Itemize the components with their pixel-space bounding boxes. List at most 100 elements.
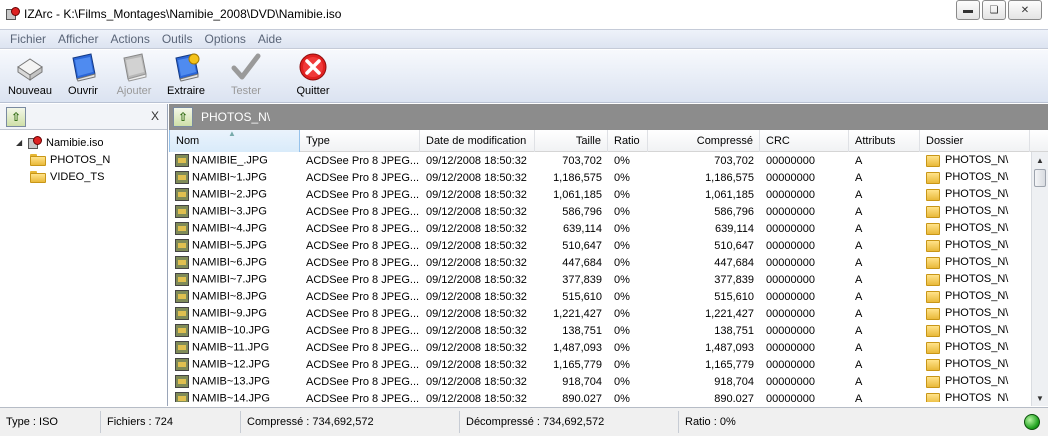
table-row[interactable]: NAMIBI~4.JPG ACDSee Pro 8 JPEG... 09/12/20… [169, 220, 1048, 237]
tree-item-video[interactable]: VIDEO_TS [0, 168, 167, 185]
folder-icon [926, 307, 940, 320]
scroll-down-icon[interactable]: ▼ [1032, 390, 1048, 406]
quit-button[interactable]: Quitter [282, 50, 344, 100]
folder-icon [926, 154, 940, 167]
cell-date: 09/12/2008 18:50:32 [426, 392, 527, 403]
tree-item-photos[interactable]: PHOTOS_N [0, 151, 167, 168]
cell-size: 1,487,093 [553, 341, 602, 354]
collapse-icon[interactable]: ◢ [16, 138, 26, 147]
table-row[interactable]: NAMIB~11.JPG ACDSee Pro 8 JPEG... 09/12/20… [169, 339, 1048, 356]
cell-folder: PHOTOS_N\ [920, 375, 1030, 388]
cell-crc: 00000000 [766, 324, 815, 337]
col-ratio[interactable]: Ratio [608, 130, 648, 152]
menu-actions[interactable]: Actions [104, 32, 155, 46]
cell-size: 447,684 [562, 256, 602, 269]
toolbar: Nouveau Ouvrir Ajouter Extraire Tester Q… [0, 50, 1048, 103]
open-button[interactable]: Ouvrir [60, 50, 106, 100]
cell-folder: PHOTOS_N\ [920, 341, 1030, 354]
jpg-file-icon [175, 290, 189, 303]
jpg-file-icon [175, 273, 189, 286]
tree-close-button[interactable]: X [151, 109, 159, 123]
col-attributs[interactable]: Attributs [849, 130, 920, 152]
table-row[interactable]: NAMIBI~6.JPG ACDSee Pro 8 JPEG... 09/12/20… [169, 254, 1048, 271]
cell-crc: 00000000 [766, 273, 815, 286]
cell-type: ACDSee Pro 8 JPEG... [306, 375, 420, 388]
cell-name: NAMIBI~7.JPG [169, 273, 300, 286]
col-compresse[interactable]: Compressé [648, 130, 760, 152]
col-taille[interactable]: Taille [535, 130, 608, 152]
quit-icon [297, 52, 329, 82]
maximize-button[interactable]: ❏ [982, 0, 1006, 20]
table-row[interactable]: NAMIBI~8.JPG ACDSee Pro 8 JPEG... 09/12/20… [169, 288, 1048, 305]
col-dossier[interactable]: Dossier [920, 130, 1030, 152]
menu-fichier[interactable]: Fichier [4, 32, 52, 46]
menu-afficher[interactable]: Afficher [52, 32, 104, 46]
cell-attributes: A [855, 375, 863, 388]
cell-ratio: 0% [614, 392, 630, 403]
table-row[interactable]: NAMIBI~2.JPG ACDSee Pro 8 JPEG... 09/12/20… [169, 186, 1048, 203]
jpg-file-icon [175, 205, 189, 218]
cell-attributes: A [855, 256, 863, 269]
cell-ratio: 0% [614, 188, 630, 201]
current-path: PHOTOS_N\ [201, 110, 271, 124]
status-compressed: Compressé : 734,692,572 [241, 411, 460, 433]
cell-date: 09/12/2008 18:50:32 [426, 154, 527, 167]
extract-button[interactable]: Extraire [162, 50, 210, 100]
cell-date: 09/12/2008 18:50:32 [426, 205, 527, 218]
table-row[interactable]: NAMIBI~7.JPG ACDSee Pro 8 JPEG... 09/12/20… [169, 271, 1048, 288]
cell-crc: 00000000 [766, 154, 815, 167]
tree-item-root[interactable]: ◢ Namibie.iso [0, 134, 167, 151]
add-button[interactable]: Ajouter [106, 50, 162, 100]
scroll-up-icon[interactable]: ▲ [1032, 152, 1048, 168]
cell-folder: PHOTOS_N\ [920, 205, 1030, 218]
table-row[interactable]: NAMIBI~5.JPG ACDSee Pro 8 JPEG... 09/12/20… [169, 237, 1048, 254]
cell-name: NAMIBI~2.JPG [169, 188, 300, 201]
col-type[interactable]: Type [300, 130, 420, 152]
menu-aide[interactable]: Aide [252, 32, 288, 46]
cell-crc: 00000000 [766, 222, 815, 235]
table-row[interactable]: NAMIBI~3.JPG ACDSee Pro 8 JPEG... 09/12/20… [169, 203, 1048, 220]
list-up-button[interactable]: ⇧ [173, 107, 193, 127]
jpg-file-icon [175, 171, 189, 184]
menu-outils[interactable]: Outils [156, 32, 199, 46]
table-row[interactable]: NAMIB~14.JPG ACDSee Pro 8 JPEG... 09/12/20… [169, 390, 1048, 402]
cell-size: 510,647 [562, 239, 602, 252]
status-decompressed: Décompressé : 734,692,572 [460, 411, 679, 433]
minimize-button[interactable]: ▬ [956, 0, 980, 20]
col-nom[interactable]: ▲ Nom [169, 130, 300, 152]
jpg-file-icon [175, 256, 189, 269]
close-window-button[interactable]: ✕ [1008, 0, 1042, 20]
tree-up-button[interactable]: ⇧ [6, 107, 26, 127]
jpg-file-icon [175, 188, 189, 201]
scroll-thumb[interactable] [1034, 169, 1046, 187]
table-row[interactable]: NAMIB~12.JPG ACDSee Pro 8 JPEG... 09/12/20… [169, 356, 1048, 373]
sort-up-icon: ▲ [228, 130, 236, 138]
cell-ratio: 0% [614, 375, 630, 388]
vertical-scrollbar[interactable]: ▲ ▼ [1031, 152, 1048, 406]
cell-type: ACDSee Pro 8 JPEG... [306, 256, 420, 269]
cell-date: 09/12/2008 18:50:32 [426, 273, 527, 286]
test-button[interactable]: Tester [210, 50, 282, 100]
cell-type: ACDSee Pro 8 JPEG... [306, 205, 420, 218]
cell-ratio: 0% [614, 358, 630, 371]
cell-attributes: A [855, 358, 863, 371]
cell-ratio: 0% [614, 273, 630, 286]
cell-compressed: 1,487,093 [705, 341, 754, 354]
folder-icon [926, 222, 940, 235]
table-row[interactable]: NAMIBIE_.JPG ACDSee Pro 8 JPEG... 09/12/20… [169, 152, 1048, 169]
col-crc[interactable]: CRC [760, 130, 849, 152]
table-row[interactable]: NAMIB~13.JPG ACDSee Pro 8 JPEG... 09/12/20… [169, 373, 1048, 390]
cell-attributes: A [855, 307, 863, 320]
table-row[interactable]: NAMIB~10.JPG ACDSee Pro 8 JPEG... 09/12/20… [169, 322, 1048, 339]
cell-ratio: 0% [614, 307, 630, 320]
izarc-app-icon[interactable] [6, 7, 20, 21]
table-row[interactable]: NAMIBI~1.JPG ACDSee Pro 8 JPEG... 09/12/20… [169, 169, 1048, 186]
col-date[interactable]: Date de modification [420, 130, 535, 152]
cell-ratio: 0% [614, 256, 630, 269]
new-button[interactable]: Nouveau [0, 50, 60, 100]
cell-name: NAMIBI~9.JPG [169, 307, 300, 320]
cell-folder: PHOTOS_N\ [920, 392, 1030, 402]
menu-options[interactable]: Options [199, 32, 252, 46]
cell-attributes: A [855, 222, 863, 235]
table-row[interactable]: NAMIBI~9.JPG ACDSee Pro 8 JPEG... 09/12/20… [169, 305, 1048, 322]
